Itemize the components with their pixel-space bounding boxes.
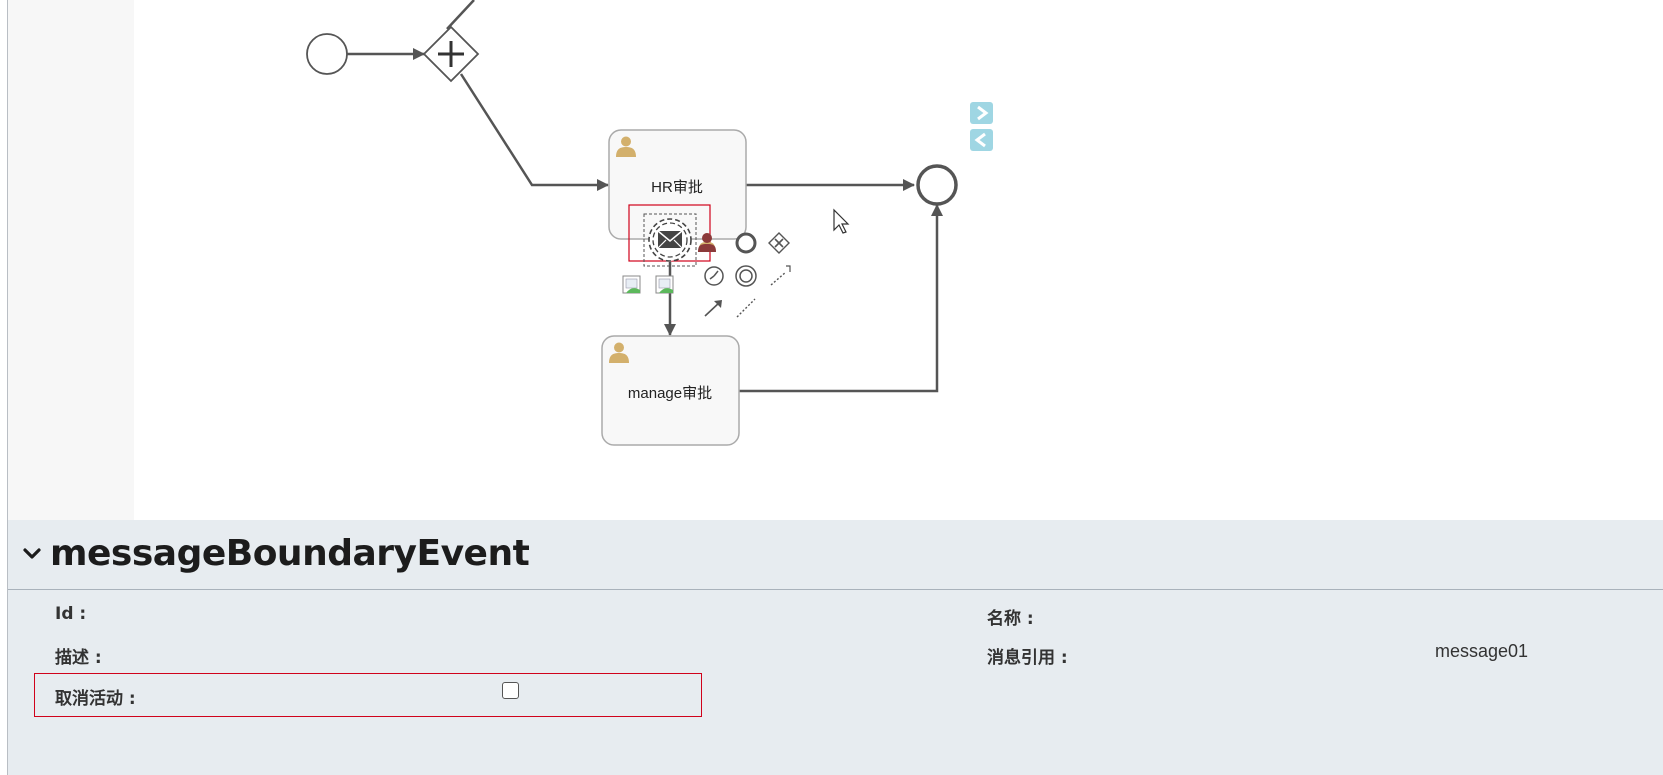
description-label: 描述 : <box>55 648 102 668</box>
nav-next-icon[interactable] <box>970 102 993 124</box>
image-placeholder-icon[interactable] <box>622 275 641 294</box>
panel-title: messageBoundaryEvent <box>50 533 530 574</box>
cancel-activity-label: 取消活动 : <box>55 689 136 709</box>
append-gateway-icon[interactable] <box>768 232 790 254</box>
diagram-svg[interactable]: HR审批 manage审批 <box>134 0 1663 520</box>
chevron-down-icon[interactable] <box>20 542 44 566</box>
connect-tool-icon[interactable] <box>770 265 791 286</box>
message-ref-value[interactable]: message01 <box>1435 641 1528 662</box>
nav-prev-icon[interactable] <box>970 129 993 151</box>
append-intermediate-event-icon[interactable] <box>735 265 757 287</box>
properties-panel: messageBoundaryEvent Id : 名称 : 描述 : 消息引用… <box>8 520 1663 775</box>
image-placeholder-icon[interactable] <box>655 275 674 294</box>
association-tool-icon[interactable] <box>736 298 756 318</box>
flow-gateway-to-hr[interactable] <box>459 73 609 191</box>
hr-task-label: HR审批 <box>651 179 703 196</box>
end-event-icon[interactable] <box>916 164 958 206</box>
cancel-activity-checkbox[interactable] <box>502 682 519 699</box>
append-end-event-icon[interactable] <box>735 232 757 254</box>
manage-task-label: manage审批 <box>628 385 712 402</box>
flow-arrow-tool-icon[interactable] <box>704 300 722 317</box>
context-pad <box>622 232 791 318</box>
diagram-canvas[interactable]: HR审批 manage审批 <box>134 0 1663 520</box>
parallel-gateway-icon[interactable] <box>422 25 480 83</box>
name-label: 名称 : <box>987 609 1034 629</box>
mouse-cursor-icon <box>833 208 850 234</box>
start-event-icon[interactable] <box>306 33 348 75</box>
message-ref-label: 消息引用 : <box>987 648 1068 668</box>
left-border <box>0 0 8 775</box>
append-timer-event-icon[interactable] <box>704 266 724 286</box>
palette-strip <box>8 0 134 520</box>
properties-header: messageBoundaryEvent <box>8 520 1663 590</box>
manage-task[interactable]: manage审批 <box>601 335 740 446</box>
id-label: Id : <box>55 604 87 624</box>
flow-manage-to-end[interactable] <box>739 204 943 393</box>
flow-gateway-up[interactable] <box>446 0 475 30</box>
